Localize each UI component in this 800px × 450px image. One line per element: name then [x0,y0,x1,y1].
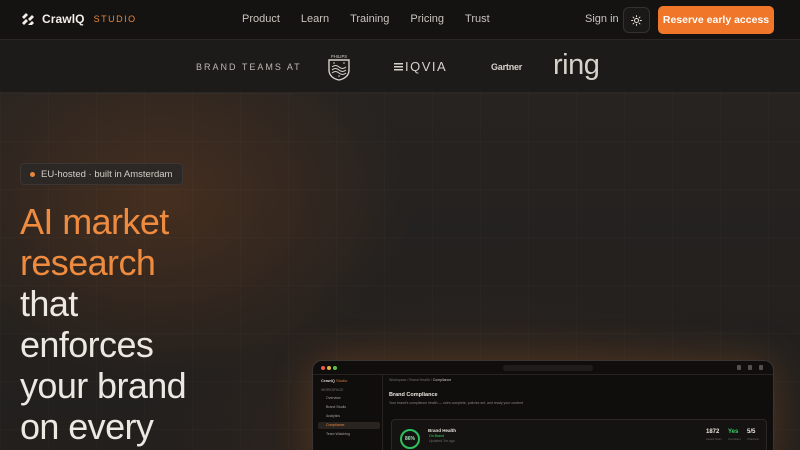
theme-toggle-button[interactable] [623,7,650,33]
ring-logo: ring [553,49,600,81]
headline-line: enforces [20,324,154,365]
hero-headline: AI market research that enforces your br… [20,201,187,447]
app-preview-titlebar [313,361,773,375]
sidebar-item-analytics: Analytics [326,414,341,418]
iqvia-logo: IQVIA [394,59,447,74]
headline-line: your brand [20,365,187,406]
nav-link-product[interactable]: Product [242,13,280,25]
sidebar-item-overview: Overview [326,396,341,400]
headline-line: AI market [20,201,169,242]
eu-hosted-badge: EU-hosted · built in Amsterdam [20,163,184,185]
headline-line: on every [20,406,154,447]
sidebar-item-team-watching: Team Watching [326,432,350,436]
app-preview-toolbar-icons [737,365,763,370]
strip-label: BRAND TEAMS AT [196,62,302,72]
badge-dot-icon [30,171,35,177]
app-preview-breadcrumb: Workspace / Brand Health / Compliance [389,378,451,382]
nav-link-training[interactable]: Training [350,13,389,25]
nav-links: Product Learn Training Pricing Trust [242,13,490,25]
sidebar-section-label: WORKSPACE [321,388,344,392]
brand-health-status: On Brand [429,434,444,438]
app-preview-subtitle: Your brand's compliance health — rules c… [389,401,523,405]
toolbar-icon [737,365,741,370]
logo[interactable]: CrawlQ STUDIO [20,11,137,27]
headline-line: research [20,242,156,283]
reserve-early-access-button[interactable]: Reserve early access [658,6,774,34]
app-preview-title: Brand Compliance [389,392,438,398]
gartner-logo: Gartner [491,62,523,72]
iqvia-wordmark: IQVIA [405,59,448,74]
stat-value: Yes [728,429,739,435]
app-preview-sidebar: CrawlQStudio WORKSPACE Overview Brand St… [313,375,383,450]
sidebar-item-brand-studio: Brand Studio [326,405,347,409]
app-preview-brand-name: CrawlQ [321,378,336,383]
toolbar-icon [748,365,752,370]
nav-link-learn[interactable]: Learn [301,13,329,25]
hero-section: EU-hosted · built in Amsterdam AI market… [0,93,800,450]
breadcrumb-current: Compliance [432,378,452,382]
crawlq-logo-icon [22,13,34,25]
stat-label: Compliant [728,437,741,441]
toolbar-icon [759,365,763,370]
headline-line: that [20,283,78,324]
badge-text: EU-hosted · built in Amsterdam [41,168,173,180]
app-preview-brand: CrawlQStudio [321,378,347,383]
maximize-dot-icon [333,366,337,370]
customer-logos-strip: BRAND TEAMS AT PHILIPS IQVIA Gartner rin… [0,40,800,93]
sun-icon [631,14,642,26]
minimize-dot-icon [327,366,331,370]
close-dot-icon [321,366,325,370]
logo-suffix: STUDIO [93,14,137,24]
nav-link-trust[interactable]: Trust [465,13,490,25]
philips-wordmark: PHILIPS [331,54,347,59]
sign-in-link[interactable]: Sign in [585,13,619,25]
logo-name: CrawlQ [42,12,85,26]
stat-value: 5/5 [747,429,756,435]
sidebar-item-compliance: Compliance [318,422,380,429]
app-preview-brand-suffix: Studio [336,378,348,383]
philips-logo: PHILIPS [327,53,351,81]
nav-link-pricing[interactable]: Pricing [410,13,444,25]
brand-health-title: Brand Health [428,428,457,433]
stat-label: Channels [747,437,759,441]
app-preview-main: Workspace / Brand Health / Compliance Br… [389,375,773,450]
brand-health-gauge: 86% [400,429,420,449]
brand-health-card: 86% Brand Health On Brand Updated 2m ago… [391,419,767,450]
stat-value: 1872 [706,429,720,435]
stat-label: Assets Scan [706,437,722,441]
brand-health-note: Updated 2m ago [429,439,455,443]
top-nav: CrawlQ STUDIO Product Learn Training Pri… [0,0,800,40]
breadcrumb-prefix: Workspace / Brand Health / [389,378,432,382]
address-bar [503,365,593,371]
app-preview-window: CrawlQStudio WORKSPACE Overview Brand St… [312,360,774,450]
